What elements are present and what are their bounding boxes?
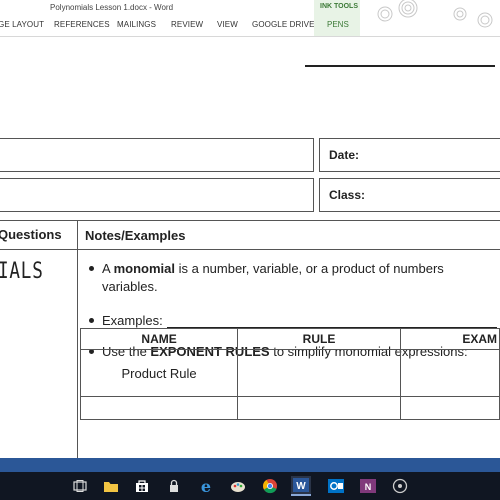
name-field-box [0,138,314,172]
tab-review[interactable]: REVIEW [171,20,203,29]
media-icon[interactable] [390,476,410,496]
store-icon[interactable] [132,476,152,496]
file-explorer-icon[interactable] [101,476,121,496]
tab-mailings[interactable]: MAILINGS [117,20,156,29]
windows-taskbar: e W N [0,472,500,500]
header-rule: RULE [237,328,401,350]
section-title: IALS [0,259,44,284]
window-title: Polynomials Lesson 1.docx - Word [50,3,174,12]
bullet-examples: Examples: [89,313,497,328]
tab-pens[interactable]: PENS [327,20,349,29]
notes-header-rule [0,249,500,250]
bullet1-line2: variables. [102,279,158,294]
tab-references[interactable]: REFERENCES [54,20,110,29]
document-page[interactable]: Date: Class: Questions Notes/Examples IA… [0,37,500,458]
ink-tools-label: INK TOOLS [320,3,358,10]
bullet1-post: is a number, variable, or a product of n… [174,261,444,276]
questions-header: Questions [0,227,62,242]
bullet-monomial-definition: A monomial is a number, variable, or a p… [89,261,444,276]
bullet1-pre: A [102,261,114,276]
tab-page-layout[interactable]: GE LAYOUT [0,20,44,29]
outlook-icon[interactable] [326,476,346,496]
row-name-cell: Product Rule [79,349,239,397]
edge-icon[interactable]: e [196,476,216,496]
onenote-icon[interactable]: N [358,476,378,496]
exponent-rules-table: NAME RULE EXAM Product Rule [79,328,500,420]
header-rule [305,65,495,67]
header-name: NAME [79,328,239,350]
svg-text:W: W [296,481,306,492]
status-strip [0,458,500,472]
notes-column-divider [77,220,78,458]
bullet1-bold: monomial [113,261,175,276]
row-name-cell [79,396,239,420]
bullet2-label: Examples: [102,313,163,328]
paint-icon[interactable] [228,476,248,496]
office-background-swirls-icon [377,0,493,28]
chrome-icon[interactable] [260,476,280,496]
date-label: Date: [329,148,360,162]
examples-blank-line [166,315,497,328]
bullet-dot [89,318,94,324]
ink-tools-group: INK TOOLS PENS [314,0,360,36]
notes-top-rule [0,220,500,221]
task-view-icon[interactable] [70,476,90,496]
word-icon[interactable]: W [291,476,311,496]
table-header-row: NAME RULE EXAM [79,328,500,350]
tab-view[interactable]: VIEW [217,20,238,29]
row-rule-cell [237,396,401,420]
row-example-cell [399,396,500,420]
svg-text:N: N [365,482,372,492]
notes-header: Notes/Examples [85,228,186,243]
class-label: Class: [329,188,366,202]
row-example-cell [399,349,500,397]
header-example: EXAM [399,328,500,350]
row-rule-cell [237,349,401,397]
tab-google-drive[interactable]: GOOGLE DRIVE [252,20,315,29]
table-row [79,396,500,420]
table-row: Product Rule [79,349,500,397]
period-field-box [0,178,314,212]
lock-app-icon[interactable] [164,476,184,496]
bullet-dot [89,266,94,272]
